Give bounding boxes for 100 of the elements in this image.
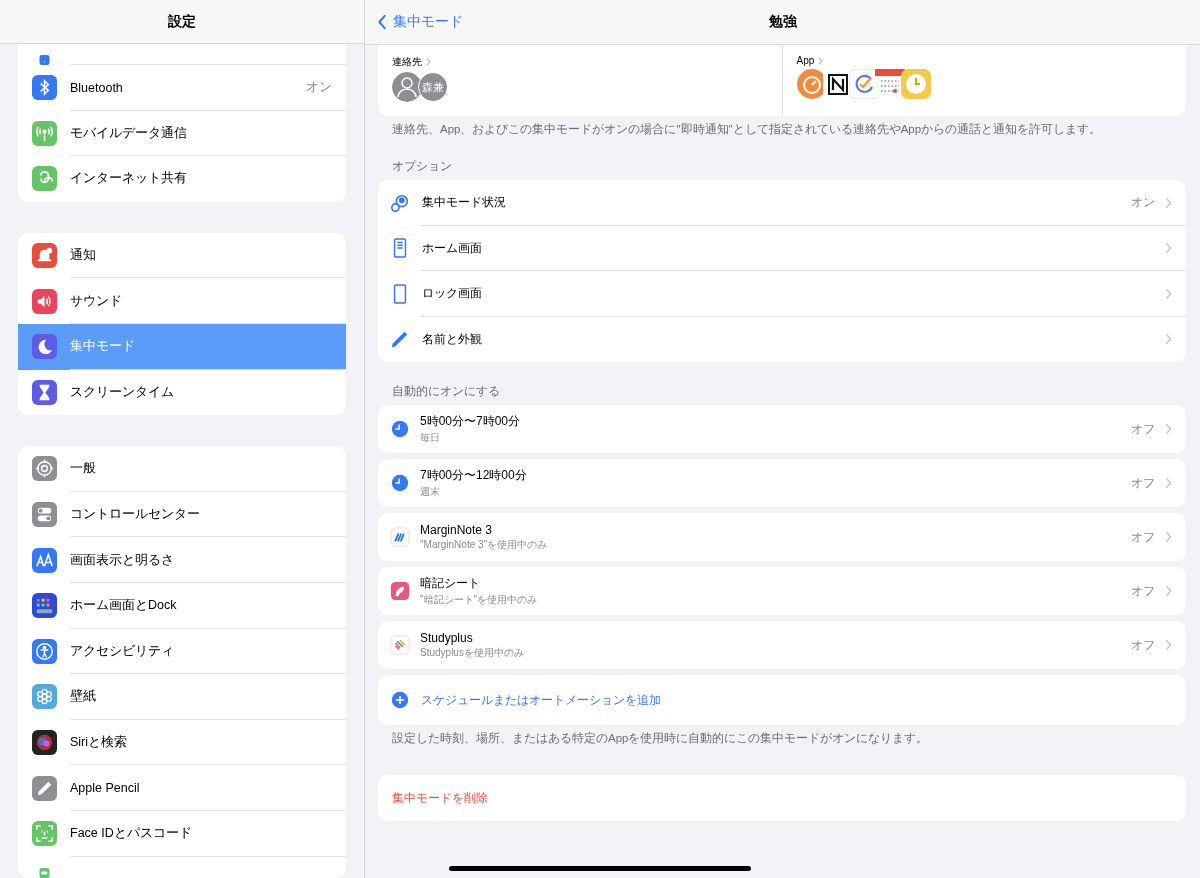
- settings-item[interactable]: コントロールセンター: [18, 491, 346, 538]
- settings-item-label: Face IDとパスコード: [70, 825, 193, 843]
- sidebar-title: 設定: [168, 12, 196, 31]
- automation-title: 暗記シート: [420, 575, 481, 592]
- pencil-icon: [32, 775, 57, 801]
- chevron-icon: [1165, 585, 1172, 597]
- settings-item-label: スクリーンタイム: [70, 383, 175, 401]
- option-row[interactable]: ホーム画面: [378, 225, 1186, 271]
- automation-title: 7時00分〜12時00分: [420, 467, 528, 484]
- automation-subtitle: Studyplusを使用中のみ: [420, 645, 525, 660]
- studyplus-app-icon: [390, 635, 410, 655]
- clock-app-icon: [900, 69, 931, 99]
- settings-item-label: Bluetooth: [70, 80, 124, 95]
- chevron-icon: [1165, 287, 1172, 300]
- option-row[interactable]: ロック画面: [378, 271, 1186, 317]
- settings-item-label: コントロールセンター: [70, 506, 201, 524]
- chevron-icon: [1165, 333, 1172, 346]
- avatar-silhouette: [392, 72, 422, 102]
- settings-item[interactable]: スクリーンタイム: [18, 369, 346, 416]
- settings-item-value: オン: [306, 79, 332, 97]
- automation-status: オフ: [1131, 636, 1155, 654]
- settings-item[interactable]: モバイルデータ通信: [18, 110, 346, 157]
- automation-footnote: 設定した時刻、場所、またはある特定のAppを使用時に自動的にこの集中モードがオンになります。: [392, 731, 930, 746]
- focus-status-icon: [390, 192, 410, 213]
- settings-item[interactable]: サウンド: [18, 278, 346, 324]
- settings-item[interactable]: インターネット共有: [18, 156, 346, 202]
- moon-icon: [32, 334, 57, 360]
- flower-icon: [32, 684, 57, 710]
- chevron-icon: [1165, 531, 1172, 543]
- settings-item-label: 画面表示と明るさ: [70, 551, 175, 569]
- toggle-icon: [32, 502, 57, 528]
- automation-row[interactable]: 5時00分〜7時00分 毎日 オフ: [378, 405, 1186, 453]
- pencil-icon: [390, 329, 410, 350]
- orb-icon: [32, 730, 57, 755]
- option-row[interactable]: 名前と外観: [378, 316, 1186, 362]
- settings-item[interactable]: 通知: [18, 232, 346, 279]
- option-value: オン: [1131, 194, 1155, 212]
- settings-item-label: インターネット共有: [70, 170, 188, 188]
- chevron-icon: [1165, 242, 1172, 255]
- automation-row[interactable]: 暗記シート "暗記シート"を使用中のみ オフ: [378, 567, 1186, 615]
- settings-item-label: 集中モード: [70, 338, 136, 356]
- clock-icon: [390, 419, 410, 439]
- automation-row[interactable]: Studyplus Studyplusを使用中のみ オフ: [378, 621, 1186, 669]
- settings-item[interactable]: アクセシビリティ: [18, 628, 346, 675]
- settings-item[interactable]: Bluetooth オン: [18, 65, 346, 111]
- option-label: ホーム画面: [422, 239, 483, 257]
- back-chevron-icon: [377, 14, 387, 30]
- automation-row[interactable]: MarginNote 3 "MarginNote 3"を使用中のみ オフ: [378, 513, 1186, 561]
- automation-subtitle: "MarginNote 3"を使用中のみ: [420, 537, 549, 552]
- link-icon: [32, 166, 57, 192]
- speaker-icon: [32, 288, 57, 314]
- settings-item[interactable]: 一般: [18, 446, 346, 492]
- automation-subtitle: "暗記シート"を使用中のみ: [420, 593, 539, 607]
- contacts-label: 連絡先: [392, 55, 422, 69]
- apps-panel[interactable]: App: [781, 45, 1186, 116]
- settings-item[interactable]: 壁紙: [18, 674, 346, 720]
- settings-item-label: アクセシビリティ: [70, 642, 175, 660]
- chevron-icon: [1165, 196, 1172, 209]
- settings-item[interactable]: Face IDとパスコード: [18, 810, 346, 857]
- settings-item[interactable]: Apple Pencil: [18, 765, 346, 811]
- letters-icon: [32, 547, 57, 573]
- automation-status: オフ: [1131, 528, 1155, 546]
- delete-focus-button[interactable]: 集中モードを削除: [378, 775, 1186, 821]
- settings-item-label: 壁紙: [70, 688, 97, 706]
- chevron-icon: [1165, 423, 1172, 435]
- contact-avatar: 森兼: [418, 72, 448, 102]
- option-label: ロック画面: [422, 285, 483, 303]
- automation-status: オフ: [1131, 474, 1155, 492]
- settings-item-label: 通知: [70, 247, 97, 265]
- section-header: 自動的にオンにする: [392, 384, 501, 399]
- app-grid-icon: [32, 593, 57, 619]
- automation-row[interactable]: 7時00分〜12時00分 週末 オフ: [378, 459, 1186, 507]
- settings-item-label: モバイルデータ通信: [70, 124, 188, 142]
- section-header: オプション: [392, 159, 453, 174]
- automation-subtitle: 毎日: [420, 431, 441, 445]
- option-label: 名前と外観: [422, 330, 483, 348]
- page-title: 勉強: [768, 13, 797, 31]
- option-row[interactable]: 集中モード状況 オン: [378, 180, 1186, 226]
- add-automation-button[interactable]: スケジュールまたはオートメーションを追加: [378, 675, 1186, 725]
- bluetooth-icon: [32, 75, 57, 101]
- settings-item-label: サウンド: [70, 292, 123, 310]
- settings-item-label: Siriと検索: [70, 734, 129, 751]
- contacts-panel[interactable]: 連絡先 森兼: [378, 45, 782, 116]
- add-icon: [390, 690, 410, 710]
- settings-item[interactable]: Siriと検索: [18, 719, 346, 766]
- settings-item-label: Apple Pencil: [70, 781, 141, 796]
- back-button[interactable]: 集中モード: [375, 11, 465, 33]
- face-frame-icon: [32, 821, 57, 847]
- automation-title: 5時00分〜7時00分: [420, 413, 522, 430]
- settings-item[interactable]: ホーム画面とDock: [18, 582, 346, 629]
- chevron-icon: [818, 56, 824, 65]
- gear-icon: [32, 456, 57, 482]
- automation-subtitle: 週末: [420, 485, 441, 499]
- chevron-icon: [1165, 477, 1172, 489]
- chevron-icon: [1165, 639, 1172, 651]
- figure-icon: [32, 638, 57, 664]
- automation-status: オフ: [1131, 582, 1155, 600]
- automation-status: オフ: [1131, 420, 1155, 438]
- apps-label: App: [796, 55, 815, 66]
- settings-item[interactable]: 画面表示と明るさ: [18, 537, 346, 583]
